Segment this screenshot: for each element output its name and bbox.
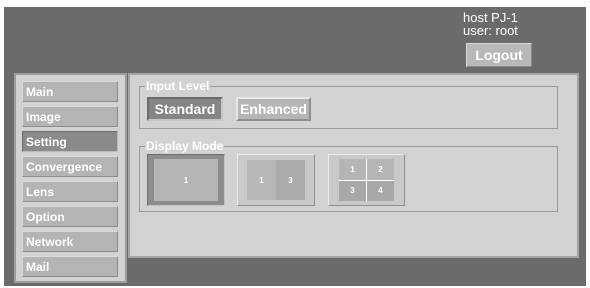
- input-level-legend: Input Level: [146, 79, 210, 93]
- screen-4-label: 4: [367, 180, 394, 201]
- display-mode-legend: Display Mode: [146, 139, 224, 153]
- screen-1-label: 1: [247, 160, 276, 200]
- sidebar-item-option[interactable]: Option: [22, 206, 118, 227]
- screen-1-label: 1: [339, 159, 366, 180]
- logout-button[interactable]: Logout: [466, 43, 532, 67]
- sidebar-item-convergence[interactable]: Convergence: [22, 156, 118, 177]
- sidebar-item-setting[interactable]: Setting: [22, 131, 118, 152]
- enhanced-button[interactable]: Enhanced: [236, 97, 311, 121]
- screen-1-label: 1: [154, 159, 218, 201]
- screen-3-label: 3: [276, 160, 305, 200]
- sidebar-nav: Main Image Setting Convergence Lens Opti…: [14, 73, 127, 283]
- sidebar-item-image[interactable]: Image: [22, 106, 118, 127]
- user-label: user: root: [463, 23, 518, 38]
- screen-2-label: 2: [367, 159, 394, 180]
- sidebar-item-mail[interactable]: Mail: [22, 256, 118, 277]
- sidebar-item-main[interactable]: Main: [22, 81, 118, 102]
- dual-screen-mode-button[interactable]: 1 3: [237, 154, 315, 206]
- settings-panel: Input Level Standard Enhanced Display Mo…: [128, 73, 579, 258]
- sidebar-item-lens[interactable]: Lens: [22, 181, 118, 202]
- session-info: host PJ-1 user: root: [463, 11, 518, 37]
- single-screen-mode-button[interactable]: 1: [147, 154, 225, 206]
- quad-screen-mode-button[interactable]: 1 2 3 4: [328, 154, 405, 206]
- sidebar-item-network[interactable]: Network: [22, 231, 118, 252]
- standard-button[interactable]: Standard: [147, 97, 223, 121]
- screen-3-label: 3: [339, 180, 366, 201]
